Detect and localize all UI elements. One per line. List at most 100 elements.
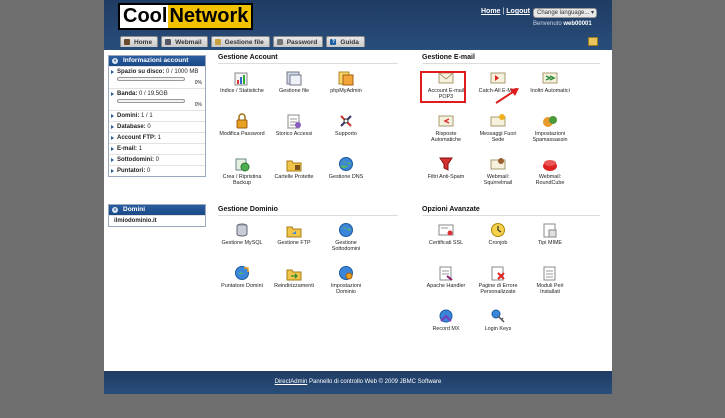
pointer-count-row: Puntatori: 0 xyxy=(109,165,205,176)
domain-name: ilmiodominio.it xyxy=(114,218,157,224)
squirrelmail-item[interactable]: Webmail: Squirrelmail xyxy=(474,156,522,196)
footer-text: Pannello di controllo Web © 2009 JBMC So… xyxy=(307,379,442,385)
subdomain-icon xyxy=(338,222,354,238)
item-label: phpMyAdmin xyxy=(330,88,362,94)
subdomain-count-row: Sottodomini: 0 xyxy=(109,154,205,165)
mime-types-item[interactable]: Tipi MIME xyxy=(526,222,574,262)
item-label: Moduli Perl Installati xyxy=(536,283,564,296)
file-manager-icon xyxy=(286,70,302,86)
item-label: Puntatore Domini xyxy=(221,283,263,289)
logo-part-cool: Cool xyxy=(120,5,169,28)
control-panel-page: Cool Network Home | Logout Change language… xyxy=(104,0,612,394)
tab-webmail[interactable]: Webmail xyxy=(161,36,208,47)
home-icon xyxy=(124,39,130,45)
custom-error-pages-item[interactable]: Pagine di Errore Personalizzate xyxy=(474,265,522,305)
item-label: Inoltri Automatici xyxy=(530,88,570,94)
help-icon: ? xyxy=(330,39,337,45)
statistics-item[interactable]: Indice / Statistiche xyxy=(218,70,266,110)
item-label: Record MX xyxy=(432,326,460,332)
subdomains-item[interactable]: Gestione Sottodomini xyxy=(322,222,370,262)
ssl-certificates-item[interactable]: Certificati SSL xyxy=(422,222,470,262)
dns-management-item[interactable]: Gestione DNS xyxy=(322,156,370,196)
item-label: Webmail: Squirrelmail xyxy=(483,174,513,187)
footer-bar: DirectAdmin Pannello di controllo Web © … xyxy=(104,371,612,394)
row-arrow-icon xyxy=(111,92,114,96)
home-link[interactable]: Home xyxy=(481,8,500,15)
support-item[interactable]: Supporto xyxy=(322,113,370,153)
protected-folders-item[interactable]: Cartelle Protette xyxy=(270,156,318,196)
row-arrow-icon xyxy=(111,70,114,74)
autoresponder-icon xyxy=(438,113,454,129)
mysql-icon xyxy=(234,222,250,238)
item-label: Pagine di Errore Personalizzate xyxy=(478,283,518,296)
item-label: Crea / Ripristina Backup xyxy=(222,174,262,187)
item-label: Cartelle Protette xyxy=(274,174,314,180)
folder-button-icon[interactable] xyxy=(588,37,598,46)
vacation-messages-item[interactable]: Messaggi Fuori Sede xyxy=(474,113,522,153)
item-label: Storico Accessi xyxy=(275,131,313,137)
domain-pointer-icon xyxy=(234,265,250,281)
logo-part-network: Network xyxy=(168,5,252,28)
spamassassin-icon xyxy=(542,113,558,129)
item-label: Gestione MySQL xyxy=(221,240,263,246)
row-label: Puntatori: xyxy=(117,168,146,174)
header-bar: Cool Network Home | Logout Change language… xyxy=(104,0,612,50)
section-title: Gestione Dominio xyxy=(218,206,398,216)
logout-link[interactable]: Logout xyxy=(506,8,530,15)
login-keys-item[interactable]: Login Keys xyxy=(474,308,522,348)
tab-help[interactable]: ? Guida xyxy=(326,36,365,47)
row-value: 1 / 1 xyxy=(141,113,153,119)
access-log-icon xyxy=(286,113,302,129)
row-label: Domini: xyxy=(117,113,140,119)
row-value: 1 xyxy=(157,135,162,141)
file-manager-item[interactable]: Gestione file xyxy=(270,70,318,110)
coolnetwork-logo[interactable]: Cool Network xyxy=(118,3,254,30)
cronjob-icon xyxy=(490,222,506,238)
backup-item[interactable]: Crea / Ripristina Backup xyxy=(218,156,266,196)
tab-file-manager[interactable]: Gestione file xyxy=(210,36,270,47)
item-label: Supporto xyxy=(335,131,357,137)
redirects-item[interactable]: Reindirizzamenti xyxy=(270,265,318,305)
tab-label: Password xyxy=(286,38,318,46)
mysql-management-item[interactable]: Gestione MySQL xyxy=(218,222,266,262)
item-label: Impostazioni Spamassassin xyxy=(532,131,568,144)
item-label: Impostazioni Dominio xyxy=(330,283,362,296)
tab-password[interactable]: Password xyxy=(272,36,324,47)
spamassassin-item[interactable]: Impostazioni Spamassassin xyxy=(526,113,574,153)
language-select[interactable]: Change language... ▾ xyxy=(533,8,597,18)
forwarders-item[interactable]: Inoltri Automatici xyxy=(526,70,574,110)
access-log-item[interactable]: Storico Accessi xyxy=(270,113,318,153)
bandwidth-row: Banda: 0 / 19.5GB 0% xyxy=(109,88,205,110)
cronjob-item[interactable]: Cronjob xyxy=(474,222,522,262)
domain-pointers-item[interactable]: Puntatore Domini xyxy=(218,265,266,305)
domains-count-row: Domini: 1 / 1 xyxy=(109,110,205,121)
row-label: E-mail: xyxy=(117,146,138,152)
item-label: Modifica Password xyxy=(219,131,265,137)
item-label: Login Keys xyxy=(484,326,512,332)
tab-home[interactable]: Home xyxy=(120,36,159,47)
autoresponders-item[interactable]: Risposte Automatiche xyxy=(422,113,470,153)
section-title: Opzioni Avanzate xyxy=(422,206,600,216)
phpmyadmin-item[interactable]: phpMyAdmin xyxy=(322,70,370,110)
directadmin-link[interactable]: DirectAdmin xyxy=(275,379,308,385)
language-select-value: Change language... xyxy=(537,10,590,16)
item-label: Reindirizzamenti xyxy=(274,283,314,289)
account-management-grid: Indice / Statistiche Gestione file phpMy… xyxy=(218,70,398,196)
domain-link[interactable]: ilmiodominio.it xyxy=(109,215,205,226)
annotation-arrow-icon xyxy=(495,88,519,104)
account-info-box: » Informazioni account Spazio su disco: … xyxy=(108,55,206,177)
link-separator: | xyxy=(502,8,505,15)
vacation-icon xyxy=(490,113,506,129)
spam-filters-item[interactable]: Filtri Anti-Spam xyxy=(422,156,470,196)
domain-settings-item[interactable]: Impostazioni Dominio xyxy=(322,265,370,305)
apache-handlers-item[interactable]: Apache Handler xyxy=(422,265,470,305)
select-arrows-icon: ▾ xyxy=(590,10,594,16)
perl-modules-item[interactable]: Moduli Perl Installati xyxy=(526,265,574,305)
roundcube-item[interactable]: Webmail: RoundCube xyxy=(526,156,574,196)
domains-box: » Domini ilmiodominio.it xyxy=(108,204,206,227)
mx-records-item[interactable]: Record MX xyxy=(422,308,470,348)
ftp-management-item[interactable]: Gestione FTP xyxy=(270,222,318,262)
change-password-item[interactable]: Modifica Password xyxy=(218,113,266,153)
item-label: Risposte Automatiche xyxy=(431,131,461,144)
row-arrow-icon xyxy=(111,158,114,162)
